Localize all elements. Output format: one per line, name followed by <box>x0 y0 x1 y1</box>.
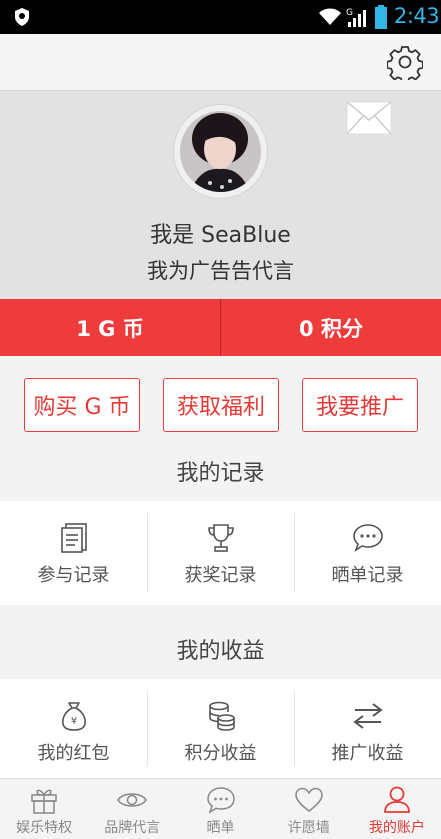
tab-brand-endorse-label: 品牌代言 <box>104 820 161 836</box>
tab-showcase[interactable]: 晒单 <box>176 779 264 839</box>
heart-icon <box>294 787 323 812</box>
tab-my-account[interactable]: 我的账户 <box>353 779 441 839</box>
tab-my-account-label: 我的账户 <box>368 820 425 836</box>
tab-entertainment[interactable]: 娱乐特权 <box>0 779 88 839</box>
action-buttons: 购买 G 币 获取福利 我要推广 <box>0 378 441 434</box>
earnings-points[interactable]: 积分收益 <box>147 679 294 778</box>
earnings-red-packet[interactable]: ¥ 我的红包 <box>0 679 147 778</box>
earnings-points-label: 积分收益 <box>184 743 257 764</box>
trophy-icon <box>207 524 234 552</box>
avatar[interactable] <box>180 111 261 192</box>
top-bar <box>0 34 441 91</box>
records-participation[interactable]: 参与记录 <box>0 501 147 605</box>
shield-icon <box>15 8 29 26</box>
earnings-promotion-label: 推广收益 <box>331 743 404 764</box>
tab-showcase-label: 晒单 <box>206 820 235 836</box>
tab-wish-wall-label: 许愿墙 <box>287 820 330 836</box>
coins-balance[interactable]: 1 G 币 <box>0 299 220 356</box>
document-icon <box>60 523 87 553</box>
profile-header: 我是 SeaBlue 我为广告告代言 <box>0 91 441 299</box>
records-showcase-label: 晒单记录 <box>331 565 404 586</box>
coin-stack-icon <box>208 701 235 731</box>
money-bag-icon: ¥ <box>61 702 86 731</box>
avatar-frame[interactable] <box>174 105 267 198</box>
tab-wish-wall[interactable]: 许愿墙 <box>265 779 353 839</box>
promote-button[interactable]: 我要推广 <box>302 378 418 432</box>
earnings-grid: ¥ 我的红包 积分收益 推广收益 <box>0 679 441 778</box>
mail-icon[interactable] <box>346 101 392 135</box>
tab-entertainment-label: 娱乐特权 <box>16 820 73 836</box>
gift-icon <box>31 789 57 814</box>
chat-bubble-icon <box>352 524 383 552</box>
svg-text:¥: ¥ <box>70 716 76 727</box>
user-icon <box>384 786 410 813</box>
battery-icon <box>375 5 387 29</box>
records-showcase[interactable]: 晒单记录 <box>294 501 441 605</box>
records-awards[interactable]: 获奖记录 <box>147 501 294 605</box>
buy-coins-button[interactable]: 购买 G 币 <box>24 378 140 432</box>
earnings-promotion[interactable]: 推广收益 <box>294 679 441 778</box>
user-name: 我是 SeaBlue <box>150 223 291 248</box>
earnings-title: 我的收益 <box>176 639 265 664</box>
earnings-red-packet-label: 我的红包 <box>37 743 110 764</box>
tab-brand-endorse[interactable]: 品牌代言 <box>88 779 176 839</box>
swap-arrows-icon <box>352 703 383 729</box>
status-bar: G 2:43 <box>0 0 441 34</box>
eye-icon <box>117 793 148 807</box>
stats-bar: 1 G 币 0 积分 <box>0 299 441 356</box>
svg-text:G: G <box>346 8 353 18</box>
points-balance[interactable]: 0 积分 <box>221 299 441 356</box>
bottom-tab-bar: 娱乐特权 品牌代言 晒单 许愿墙 我的账户 <box>0 778 441 839</box>
get-benefits-button[interactable]: 获取福利 <box>163 378 279 432</box>
wifi-icon <box>319 8 341 25</box>
records-title: 我的记录 <box>176 461 265 486</box>
records-awards-label: 获奖记录 <box>184 565 257 586</box>
records-grid: 参与记录 获奖记录 晒单记录 <box>0 501 441 605</box>
chat-bubble-icon <box>206 787 235 814</box>
user-slogan: 我为广告告代言 <box>147 259 294 283</box>
records-participation-label: 参与记录 <box>37 565 110 586</box>
signal-icon: G <box>346 8 366 27</box>
gear-icon[interactable] <box>387 44 423 80</box>
status-time: 2:43 <box>394 4 440 28</box>
